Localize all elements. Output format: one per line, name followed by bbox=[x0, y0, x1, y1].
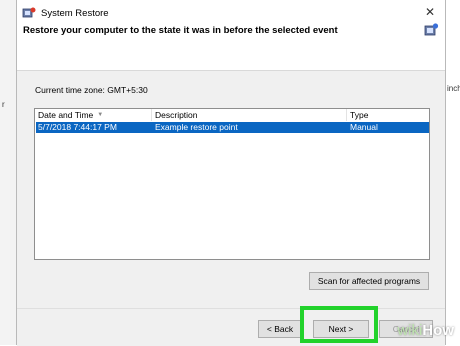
cell-type: Manual bbox=[350, 122, 378, 132]
column-separator bbox=[151, 109, 152, 121]
watermark-how: How bbox=[422, 322, 454, 339]
background-right-text: incha bbox=[447, 84, 460, 93]
watermark-wiki: wiki bbox=[397, 322, 423, 339]
column-header-date[interactable]: Date and Time ▼ bbox=[38, 109, 103, 121]
scan-affected-programs-button[interactable]: Scan for affected programs bbox=[309, 272, 429, 290]
window-title: System Restore bbox=[41, 8, 109, 19]
cell-description: Example restore point bbox=[155, 122, 238, 132]
table-row[interactable]: 5/7/2018 7:44:17 PM Example restore poin… bbox=[36, 122, 429, 133]
timezone-label: Current time zone: GMT+5:30 bbox=[35, 85, 148, 95]
column-header-description[interactable]: Description bbox=[155, 109, 198, 121]
header-title: Restore your computer to the state it wa… bbox=[23, 25, 338, 36]
system-restore-window: System Restore ✕ Restore your computer t… bbox=[16, 0, 446, 346]
close-button[interactable]: ✕ bbox=[415, 0, 445, 24]
cell-date: 5/7/2018 7:44:17 PM bbox=[38, 122, 117, 132]
system-restore-icon bbox=[22, 6, 36, 25]
background-left-strip bbox=[0, 0, 16, 345]
system-restore-large-icon bbox=[423, 22, 439, 43]
sort-arrow-icon: ▼ bbox=[97, 112, 104, 118]
title-bar: System Restore ✕ bbox=[17, 0, 445, 26]
wikihow-watermark: wikiHow bbox=[397, 322, 454, 339]
back-button[interactable]: < Back bbox=[258, 320, 302, 338]
header-panel: Restore your computer to the state it wa… bbox=[17, 22, 445, 71]
column-header-type[interactable]: Type bbox=[350, 109, 368, 121]
column-separator bbox=[346, 109, 347, 121]
column-header-date-label: Date and Time bbox=[38, 110, 94, 120]
next-button-highlight bbox=[300, 306, 378, 343]
restore-points-list[interactable]: Date and Time ▼ Description Type 5/7/2018… bbox=[34, 108, 430, 260]
background-left-text: r bbox=[2, 100, 5, 109]
footer-bar: < Back Next > Cancel bbox=[17, 308, 445, 346]
